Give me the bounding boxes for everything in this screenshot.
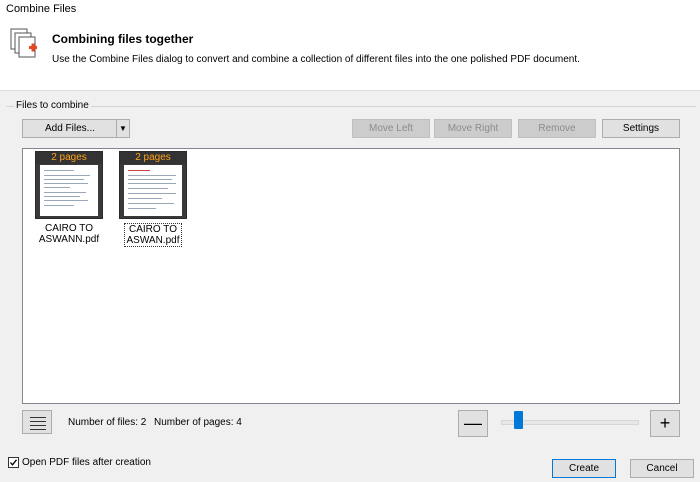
open-after-creation-label: Open PDF files after creation: [22, 457, 151, 468]
dialog-header: Combining files together Use the Combine…: [0, 20, 700, 91]
checkmark-icon: [10, 459, 18, 466]
file-name-line2: ASWAN.pdf: [126, 235, 180, 246]
add-files-button[interactable]: Add Files... ▼: [22, 119, 130, 138]
number-of-pages: Number of pages: 4: [154, 417, 242, 428]
pages-badge: 2 pages: [36, 152, 102, 164]
zoom-slider-thumb[interactable]: [514, 411, 523, 429]
combine-files-icon: [10, 28, 37, 58]
add-files-label: Add Files...: [44, 123, 96, 134]
move-right-button[interactable]: Move Right: [434, 119, 512, 138]
remove-button[interactable]: Remove: [518, 119, 596, 138]
file-item[interactable]: 2 pages CAIRO TO ASWANN.pdf: [29, 151, 109, 245]
file-thumbnail: 2 pages: [119, 151, 187, 219]
title-bar: Combine Files: [0, 0, 700, 20]
move-left-button[interactable]: Move Left: [352, 119, 430, 138]
list-view-button[interactable]: [22, 410, 52, 434]
zoom-out-icon: —: [464, 413, 482, 433]
file-name-line1: CAIRO TO: [45, 223, 93, 234]
page-preview: [124, 165, 182, 216]
add-files-dropdown-arrow[interactable]: ▼: [116, 120, 129, 137]
window-title: Combine Files: [6, 3, 77, 15]
file-name: CAIRO TO ASWANN.pdf: [29, 223, 109, 245]
file-list-area[interactable]: 2 pages CAIRO TO ASWANN.pdf 2 pages CAIR…: [22, 148, 680, 404]
settings-button[interactable]: Settings: [602, 119, 680, 138]
file-name: CAIRO TO ASWAN.pdf: [123, 223, 183, 247]
file-item[interactable]: 2 pages CAIRO TO ASWAN.pdf: [113, 151, 193, 247]
cancel-button[interactable]: Cancel: [630, 459, 694, 478]
open-after-creation-checkbox[interactable]: [8, 457, 19, 468]
create-button[interactable]: Create: [552, 459, 616, 478]
pages-badge: 2 pages: [120, 152, 186, 164]
file-thumbnail: 2 pages: [35, 151, 103, 219]
zoom-out-button[interactable]: —: [458, 410, 488, 437]
file-name-line1: CAIRO TO: [129, 224, 177, 235]
header-title: Combining files together: [52, 32, 194, 46]
number-of-files: Number of files: 2: [68, 417, 147, 428]
zoom-in-button[interactable]: +: [650, 410, 680, 437]
file-name-line2: ASWANN.pdf: [38, 234, 100, 245]
files-group-label: Files to combine: [14, 100, 91, 111]
page-preview: [40, 165, 98, 216]
header-subtitle: Use the Combine Files dialog to convert …: [52, 54, 580, 65]
zoom-in-icon: +: [659, 413, 671, 433]
